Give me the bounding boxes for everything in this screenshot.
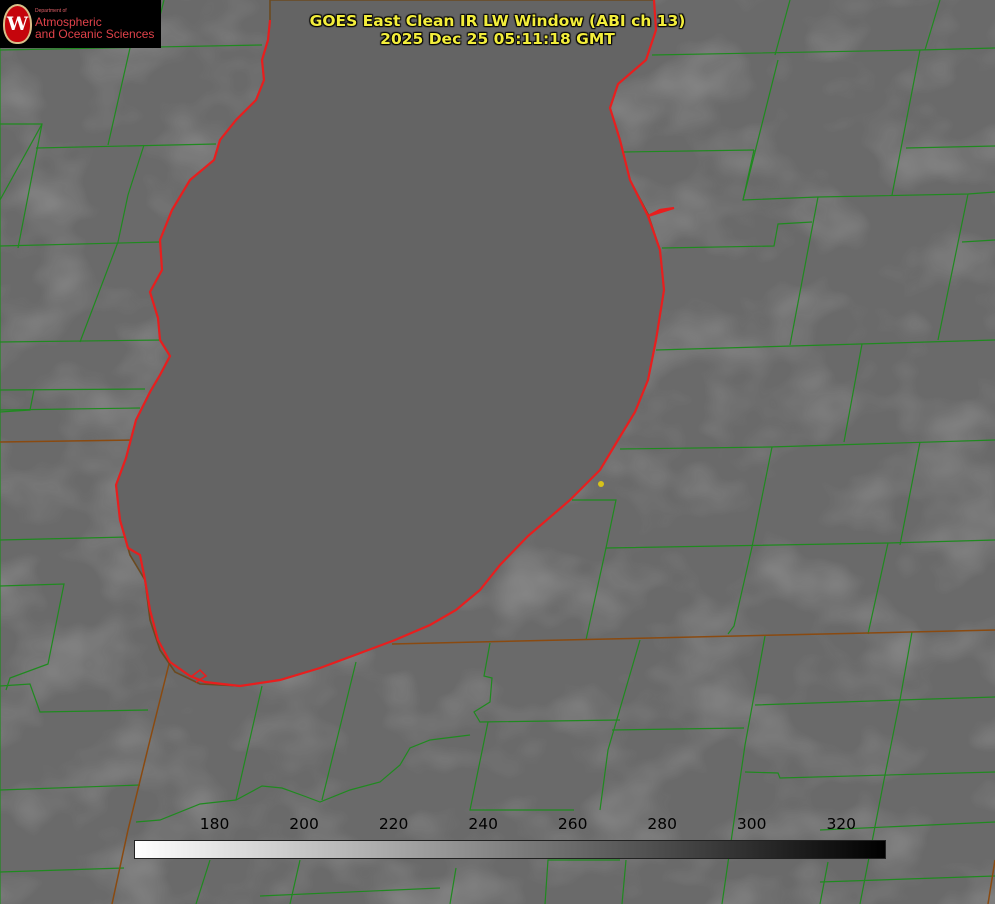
timestamp: 2025 Dec 25 05:11:18 GMT [380, 30, 615, 48]
department-logo: W Department of Atmospheric and Oceanic … [0, 0, 161, 48]
uw-madison-crest-icon: W [3, 4, 32, 44]
colorbar [134, 840, 886, 859]
logo-department: Department of [35, 7, 67, 14]
colorbar-tick-label: 260 [557, 815, 588, 833]
colorbar-tick-label: 280 [647, 815, 677, 833]
colorbar-tick-label: 200 [289, 815, 319, 833]
logo-line-2: and Oceanic Sciences [35, 26, 155, 41]
colorbar-tick-label: 300 [736, 815, 767, 833]
colorbar-tick-label: 320 [826, 815, 857, 833]
colorbar-tick-label: 220 [378, 815, 409, 833]
colorbar-tick-label: 240 [468, 815, 498, 833]
city-dot-icon [598, 481, 604, 487]
satellite-map [0, 0, 995, 904]
logo-text: Department of Atmospheric and Oceanic Sc… [35, 7, 155, 41]
logo-line-1: Atmospheric [35, 14, 102, 29]
colorbar-tick-label: 180 [199, 815, 230, 833]
product-title: GOES East Clean IR LW Window (ABI ch 13) [309, 12, 686, 30]
